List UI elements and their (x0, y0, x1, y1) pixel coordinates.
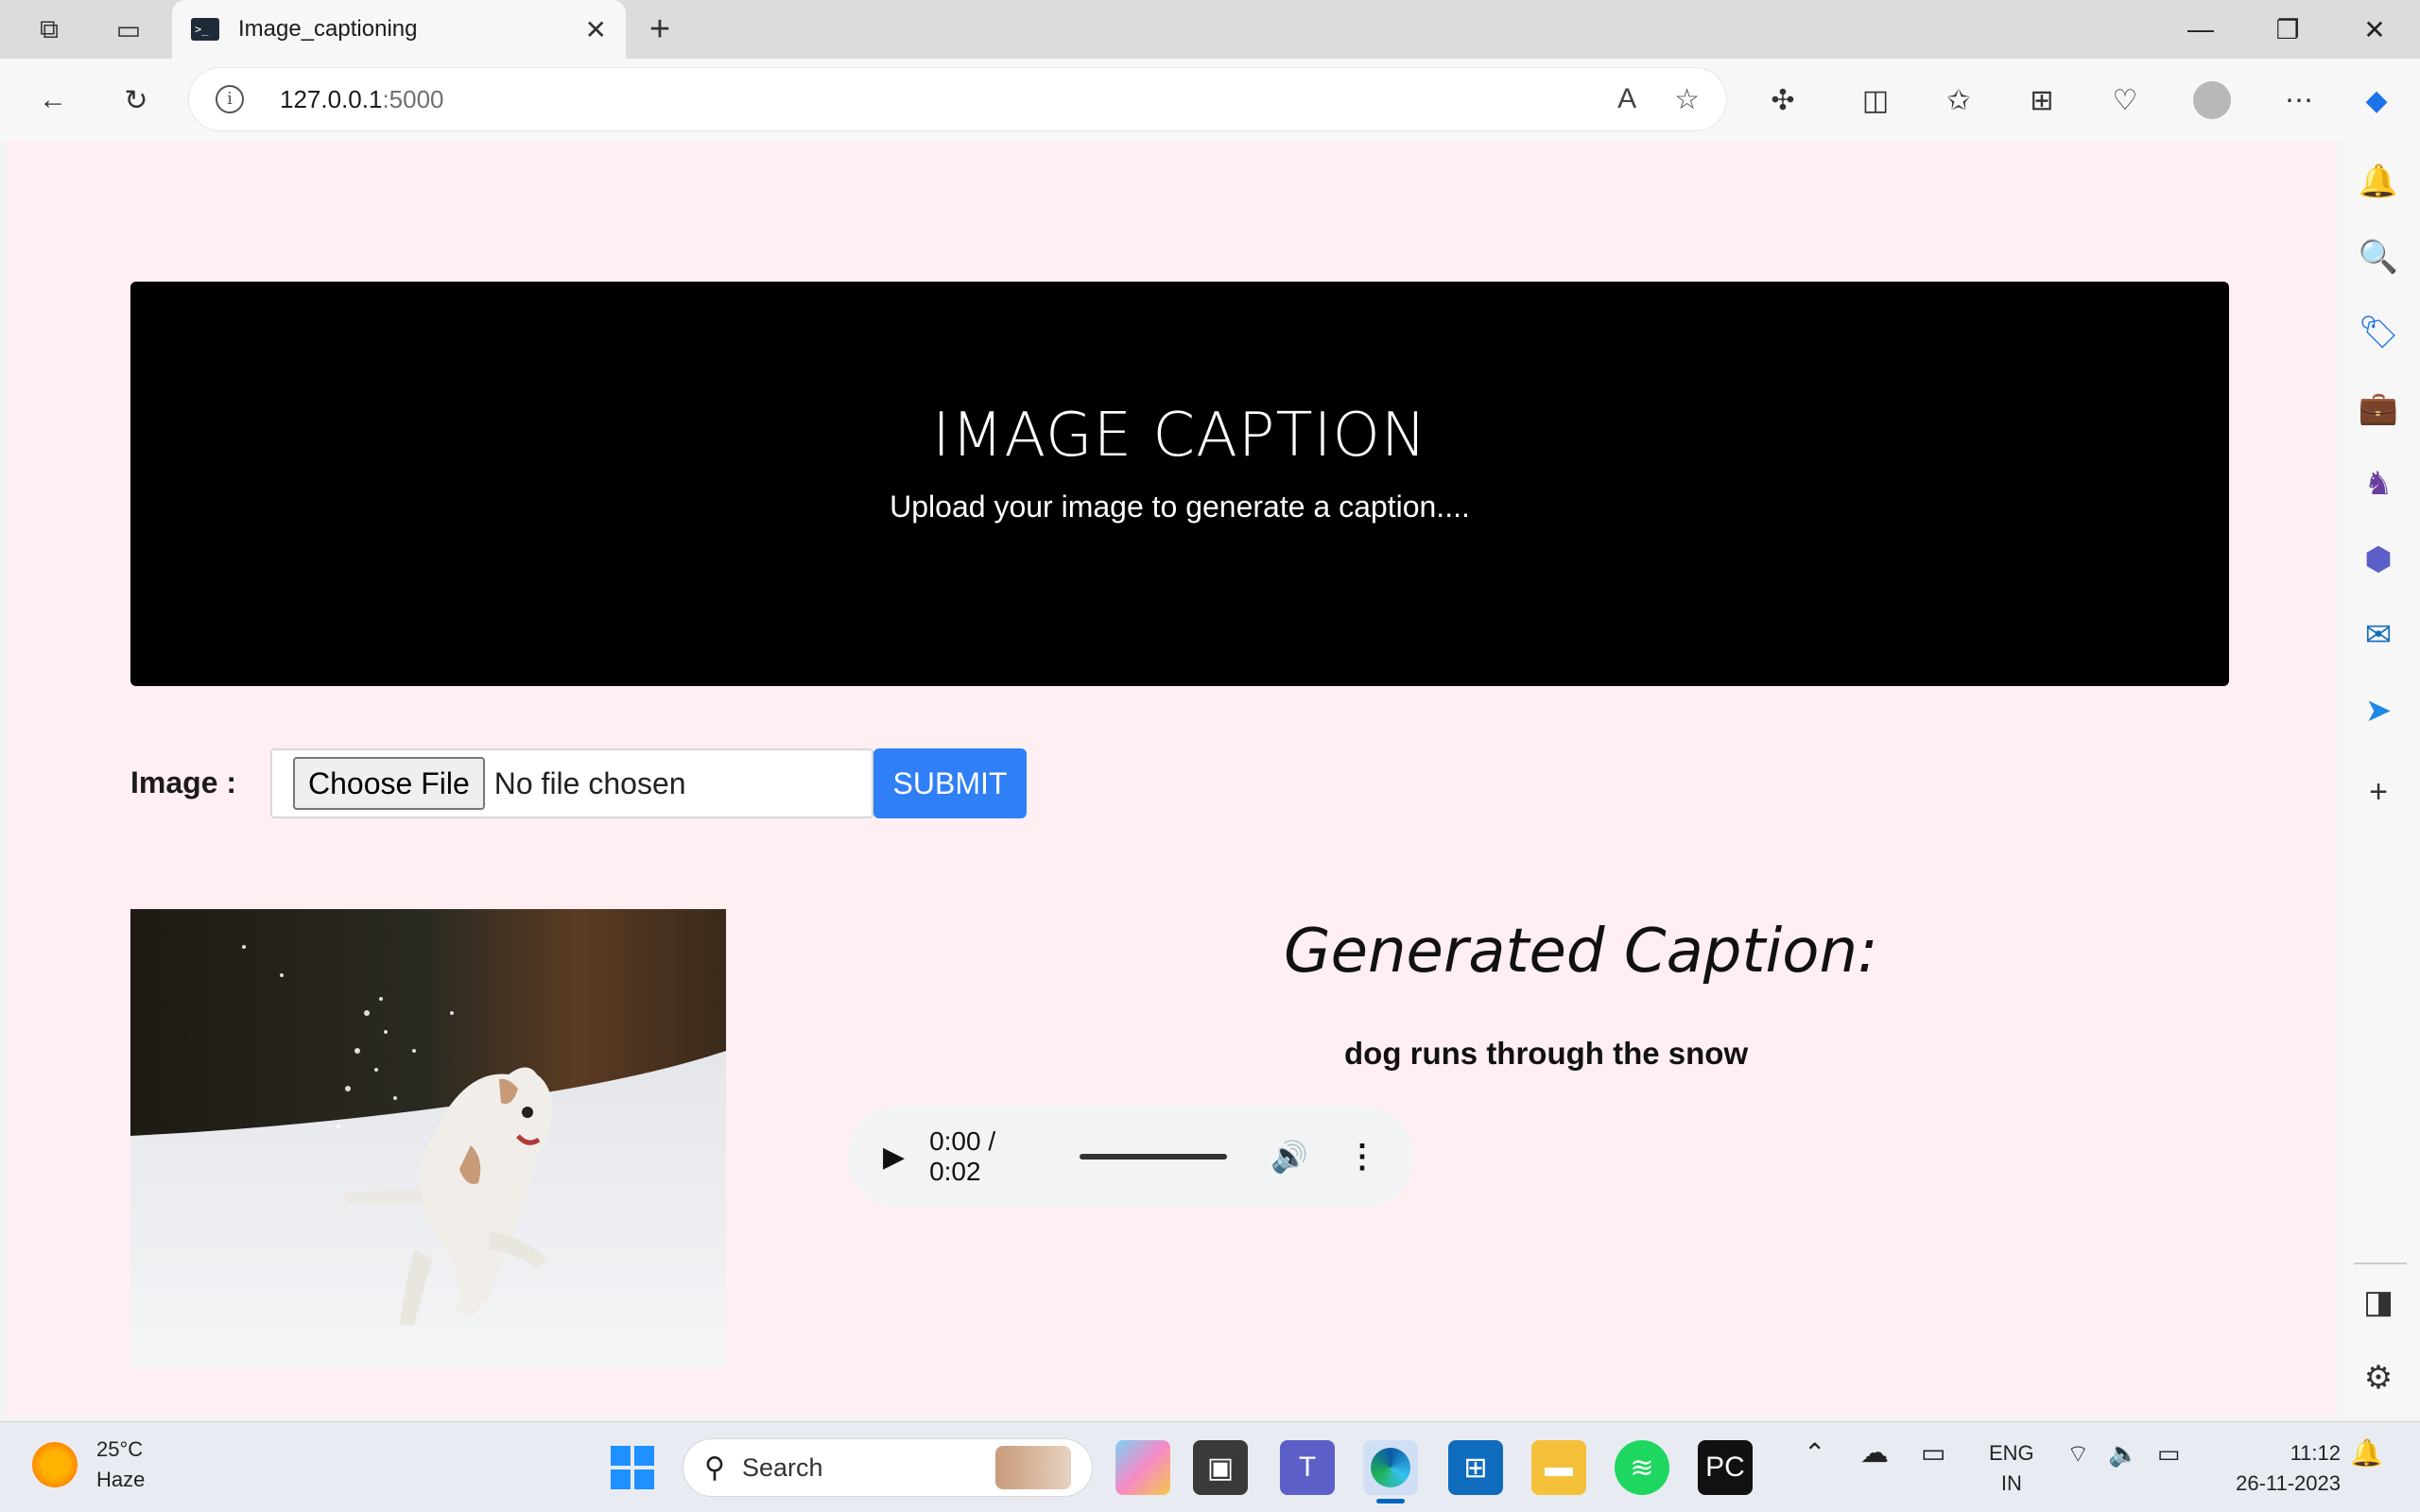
browser-tab[interactable]: >_ Image_captioning ✕ (172, 0, 626, 59)
sidebar-settings-icon[interactable]: ⚙ (2354, 1353, 2403, 1402)
taskbar-search-label: Search (741, 1452, 823, 1482)
audio-seek-bar[interactable] (1080, 1154, 1228, 1160)
audio-time: 0:00 / 0:02 (929, 1126, 996, 1186)
favorites-icon[interactable]: ✩ (1936, 77, 1981, 123)
new-tab-icon[interactable]: + (633, 3, 686, 56)
sidebar-divider (2354, 1263, 2407, 1264)
taskbar-search-icon: ⚲ (704, 1452, 725, 1484)
tab-favicon-icon: >_ (191, 18, 219, 41)
weather-widget[interactable]: 25°C Haze (32, 1435, 145, 1495)
file-explorer-icon[interactable]: ▬ (1531, 1440, 1586, 1495)
collections-icon[interactable]: ⊞ (2019, 77, 2065, 123)
show-hidden-icons[interactable]: ⌃ (1804, 1438, 1825, 1469)
generated-caption: dog runs through the snow (1344, 1036, 1749, 1071)
teams-icon[interactable]: T (1280, 1440, 1335, 1495)
active-app-indicator (1376, 1499, 1405, 1503)
web-page: IMAGE CAPTION Upload your image to gener… (8, 142, 2337, 1416)
windows-start-icon[interactable] (605, 1440, 660, 1495)
split-screen-icon[interactable]: ◫ (1853, 77, 1898, 123)
notifications-bell-icon[interactable]: 🔔 (2354, 157, 2403, 206)
close-window-icon[interactable]: ✕ (2331, 0, 2418, 59)
image-field-label: Image : (130, 765, 237, 799)
microsoft-store-icon[interactable]: ⊞ (1448, 1440, 1503, 1495)
battery-icon[interactable]: ▭ (2157, 1438, 2181, 1469)
hero-banner: IMAGE CAPTION Upload your image to gener… (130, 282, 2229, 686)
outlook-icon[interactable]: ✉ (2354, 610, 2403, 660)
send-icon[interactable]: ➤ (2354, 686, 2403, 735)
weather-temp: 25°C (96, 1437, 144, 1461)
region-code: IN (2000, 1471, 2022, 1495)
clock-date: 26-11-2023 (2236, 1471, 2341, 1495)
hide-sidebar-icon[interactable]: ◨ (2354, 1278, 2403, 1327)
more-options-icon[interactable]: ⋯ (2276, 77, 2322, 123)
address-bar[interactable]: i 127.0.0.1:5000 A ☆ (189, 68, 1726, 130)
url-host: 127.0.0.1 (280, 84, 383, 113)
edge-taskbar-icon[interactable] (1363, 1440, 1418, 1495)
file-input[interactable]: Choose File No file chosen (270, 748, 873, 818)
site-info-icon[interactable]: i (216, 85, 244, 113)
spotify-icon[interactable]: ≋ (1615, 1440, 1669, 1495)
tab-close-icon[interactable]: ✕ (585, 14, 607, 45)
tab-title: Image_captioning (238, 16, 418, 42)
speaker-icon[interactable]: 🔈 (2108, 1438, 2138, 1469)
shopping-tag-icon[interactable]: 🏷 (2354, 308, 2403, 357)
uploaded-dog-image (130, 909, 726, 1368)
task-view-icon[interactable]: ▣ (1193, 1440, 1248, 1495)
audio-player: ▶ 0:00 / 0:02 🔊 ⋮ (847, 1106, 1414, 1208)
language-code: ENG (1989, 1441, 2034, 1465)
caption-heading: Generated Caption: (1284, 917, 1878, 987)
weather-sun-icon (32, 1442, 78, 1487)
choose-file-button[interactable]: Choose File (293, 757, 485, 810)
tools-briefcase-icon[interactable]: 💼 (2354, 384, 2403, 433)
minimize-icon[interactable]: — (2157, 0, 2244, 59)
pycharm-icon[interactable]: PC (1698, 1440, 1753, 1495)
browser-essentials-icon[interactable]: ♡ (2102, 77, 2148, 123)
audio-more-icon[interactable]: ⋮ (1346, 1138, 1378, 1176)
restore-icon[interactable]: ❐ (2244, 0, 2331, 59)
taskbar-search[interactable]: ⚲ Search (683, 1438, 1093, 1497)
microsoft-365-icon[interactable]: ⬢ (2354, 535, 2403, 584)
notification-center-icon[interactable]: 🔔 (2350, 1438, 2383, 1469)
tab-actions-icon[interactable]: ▭ (102, 3, 155, 56)
play-icon[interactable]: ▶ (883, 1141, 905, 1174)
weather-desc: Haze (96, 1468, 146, 1491)
onedrive-icon[interactable]: ☁ (1860, 1438, 1889, 1469)
copilot-preview-icon[interactable] (1115, 1440, 1170, 1495)
url-port: :5000 (382, 84, 444, 113)
read-aloud-icon[interactable]: A (1617, 83, 1636, 116)
clock[interactable]: 11:12 26-11-2023 (2218, 1438, 2341, 1499)
refresh-icon[interactable]: ↻ (113, 77, 159, 123)
back-icon[interactable]: ← (30, 77, 76, 123)
sidebar-search-icon[interactable]: 🔍 (2354, 232, 2403, 282)
add-sidebar-app-icon[interactable]: + (2354, 767, 2403, 816)
search-highlight-image (995, 1446, 1071, 1489)
copilot-icon[interactable]: ◆ (2354, 77, 2399, 123)
language-indicator[interactable]: ENG IN (1989, 1438, 2034, 1499)
tablet-icon[interactable]: ▭ (1921, 1438, 1945, 1469)
workspaces-icon[interactable]: ⧉ (23, 3, 76, 56)
file-status-text: No file chosen (493, 765, 686, 800)
favorite-star-icon[interactable]: ☆ (1674, 83, 1700, 116)
extensions-icon[interactable]: ✣ (1760, 77, 1806, 123)
wifi-icon[interactable]: ⌔ (2066, 1438, 2089, 1469)
submit-button[interactable]: SUBMIT (873, 748, 1027, 818)
profile-avatar-icon[interactable] (2189, 77, 2235, 123)
clock-time: 11:12 (2290, 1441, 2341, 1465)
volume-icon[interactable]: 🔊 (1270, 1139, 1308, 1175)
page-title: IMAGE CAPTION (932, 401, 1427, 471)
page-subtitle: Upload your image to generate a caption.… (890, 490, 1470, 524)
games-icon[interactable]: ♞ (2354, 459, 2403, 508)
